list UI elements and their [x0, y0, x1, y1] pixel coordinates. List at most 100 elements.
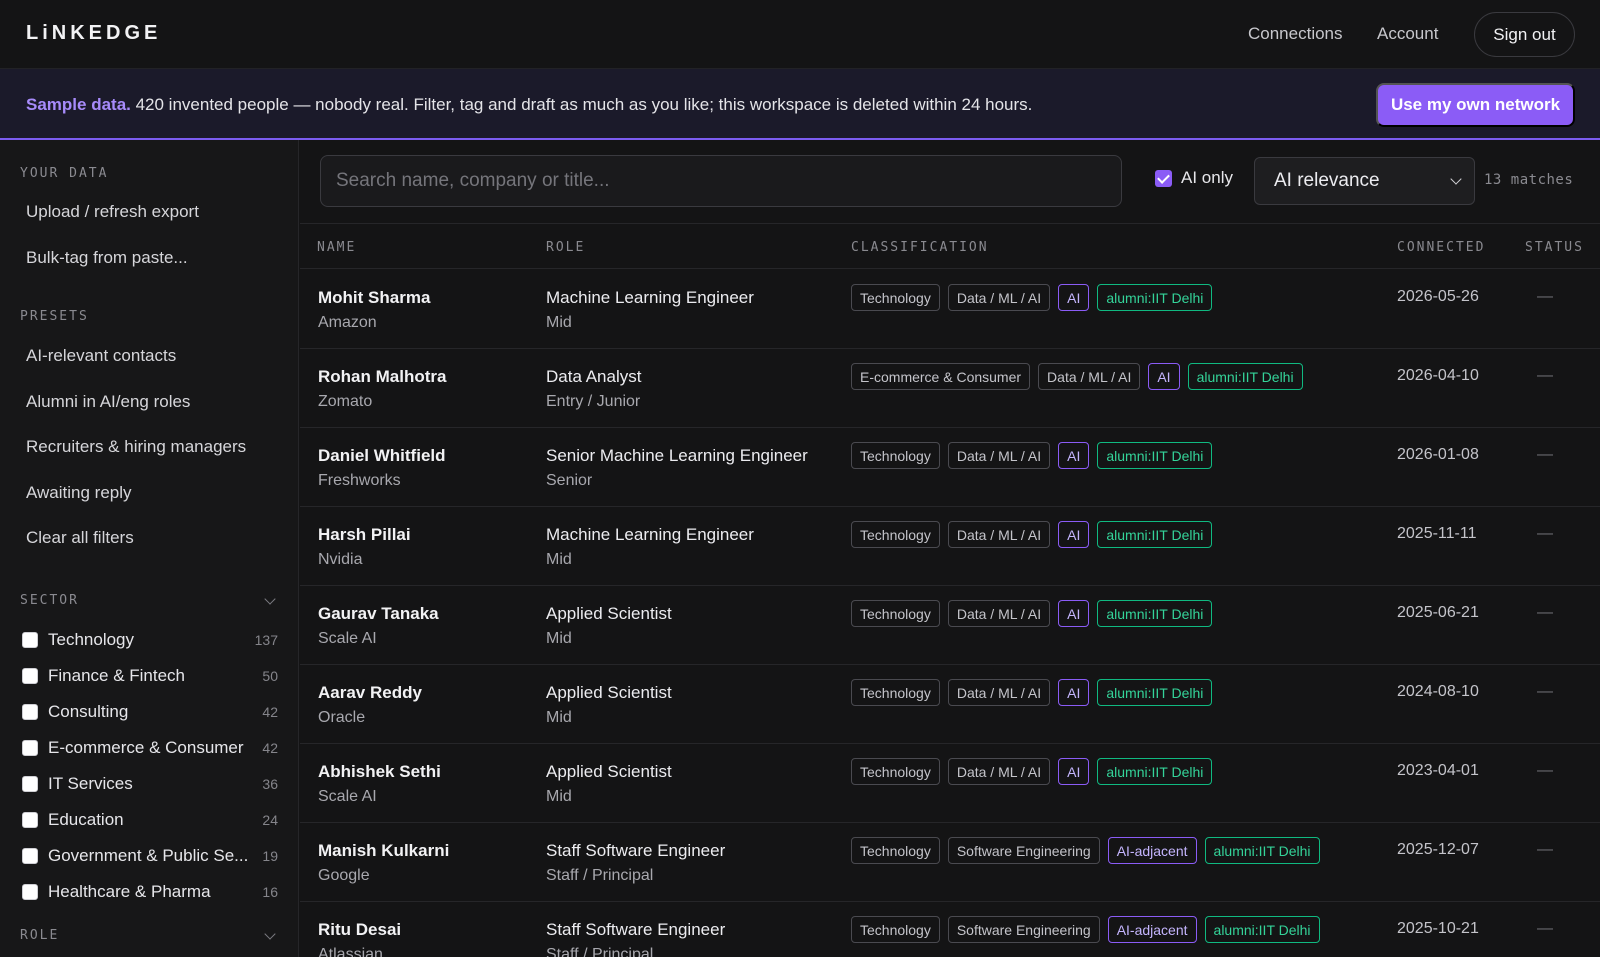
clear-filters-link[interactable]: Clear all filters	[26, 528, 134, 548]
app-logo[interactable]: LiNKEDGE	[26, 22, 161, 45]
sector-filter-healthcare[interactable]: Healthcare & Pharma 16	[22, 880, 278, 904]
tag-sector[interactable]: E-commerce & Consumer	[851, 363, 1031, 390]
contact-name[interactable]: Abhishek Sethi	[318, 762, 441, 782]
preset-recruiters[interactable]: Recruiters & hiring managers	[26, 437, 246, 457]
column-header-connected[interactable]: CONNECTED	[1397, 240, 1485, 255]
contact-name[interactable]: Gaurav Tanaka	[318, 604, 439, 624]
tag-function[interactable]: Data / ML / AI	[947, 758, 1051, 785]
tag-sector[interactable]: Technology	[851, 837, 940, 864]
contact-name[interactable]: Manish Kulkarni	[318, 841, 449, 861]
tag-function[interactable]: Data / ML / AI	[947, 600, 1051, 627]
tag-ai[interactable]: AI	[1058, 679, 1090, 706]
checkbox[interactable]	[22, 884, 38, 900]
checkbox[interactable]	[22, 848, 38, 864]
table-row[interactable]: Harsh Pillai Nvidia Machine Learning Engin…	[300, 507, 1600, 586]
tag-ai[interactable]: AI	[1058, 284, 1090, 311]
tag-sector[interactable]: Technology	[851, 758, 940, 785]
sort-value: AI relevance	[1274, 170, 1380, 191]
table-row[interactable]: Mohit Sharma Amazon Machine Learning Engin…	[300, 270, 1600, 349]
sector-filter-ecommerce[interactable]: E-commerce & Consumer 42	[22, 736, 278, 760]
sector-heading[interactable]: SECTOR	[20, 593, 79, 608]
tag-function[interactable]: Data / ML / AI	[1038, 363, 1141, 390]
contact-name[interactable]: Rohan Malhotra	[318, 367, 446, 387]
role-heading[interactable]: ROLE	[20, 928, 59, 943]
chevron-down-icon[interactable]	[264, 593, 276, 605]
contact-name[interactable]: Ritu Desai	[318, 920, 401, 940]
sector-filter-it-services[interactable]: IT Services 36	[22, 772, 278, 796]
checkbox[interactable]	[22, 812, 38, 828]
table-row[interactable]: Gaurav Tanaka Scale AI Applied Scientist Mi…	[300, 586, 1600, 665]
contact-name[interactable]: Aarav Reddy	[318, 683, 422, 703]
nav-connections-link[interactable]: Connections	[1248, 24, 1343, 44]
checkbox[interactable]	[22, 776, 38, 792]
contact-name[interactable]: Harsh Pillai	[318, 525, 411, 545]
tag-ai[interactable]: AI	[1058, 442, 1090, 469]
tag-alumni[interactable]: alumni:IIT Delhi	[1097, 758, 1213, 785]
sector-filter-education[interactable]: Education 24	[22, 808, 278, 832]
tag-function[interactable]: Data / ML / AI	[947, 521, 1051, 548]
tag-alumni[interactable]: alumni:IIT Delhi	[1097, 521, 1213, 548]
sign-out-button[interactable]: Sign out	[1474, 12, 1575, 57]
use-own-network-button[interactable]: Use my own network	[1376, 83, 1575, 127]
checkbox[interactable]	[22, 668, 38, 684]
tag-function[interactable]: Software Engineering	[947, 837, 1100, 864]
table-row[interactable]: Abhishek Sethi Scale AI Applied Scientist M…	[300, 744, 1600, 823]
column-header-status[interactable]: STATUS	[1525, 240, 1584, 255]
tag-alumni[interactable]: alumni:IIT Delhi	[1187, 363, 1303, 390]
tag-ai[interactable]: AI	[1058, 521, 1090, 548]
preset-ai-relevant[interactable]: AI-relevant contacts	[26, 346, 176, 366]
nav-account-link[interactable]: Account	[1377, 24, 1438, 44]
tag-alumni[interactable]: alumni:IIT Delhi	[1204, 916, 1320, 943]
top-bar: LiNKEDGE Connections Account Sign out	[0, 0, 1600, 69]
chevron-down-icon[interactable]	[264, 928, 276, 940]
upload-export-link[interactable]: Upload / refresh export	[26, 202, 199, 222]
tag-sector[interactable]: Technology	[851, 442, 940, 469]
tag-function[interactable]: Data / ML / AI	[947, 679, 1051, 706]
ai-only-checkbox[interactable]	[1155, 169, 1172, 187]
table-row[interactable]: Rohan Malhotra Zomato Data Analyst Entry / …	[300, 349, 1600, 428]
sector-filter-technology[interactable]: Technology 137	[22, 628, 278, 652]
tag-ai[interactable]: AI	[1058, 600, 1090, 627]
checkbox[interactable]	[22, 632, 38, 648]
tag-function[interactable]: Data / ML / AI	[947, 284, 1051, 311]
table-row[interactable]: Daniel Whitfield Freshworks Senior Machine…	[300, 428, 1600, 507]
column-header-classification[interactable]: CLASSIFICATION	[851, 240, 989, 255]
contact-seniority: Mid	[546, 709, 572, 726]
contact-title: Data Analyst	[546, 367, 642, 386]
checkbox[interactable]	[22, 704, 38, 720]
search-input[interactable]	[320, 155, 1122, 207]
bulk-tag-link[interactable]: Bulk-tag from paste...	[26, 248, 188, 268]
tag-sector[interactable]: Technology	[851, 284, 940, 311]
tag-sector[interactable]: Technology	[851, 521, 940, 548]
contact-name[interactable]: Mohit Sharma	[318, 288, 430, 308]
preset-awaiting-reply[interactable]: Awaiting reply	[26, 483, 132, 503]
preset-alumni-ai-eng[interactable]: Alumni in AI/eng roles	[26, 392, 190, 412]
column-header-name[interactable]: NAME	[317, 240, 356, 255]
tag-alumni[interactable]: alumni:IIT Delhi	[1097, 284, 1213, 311]
tag-alumni[interactable]: alumni:IIT Delhi	[1097, 442, 1213, 469]
contact-seniority: Staff / Principal	[546, 867, 654, 884]
tag-function[interactable]: Software Engineering	[947, 916, 1100, 943]
tag-alumni[interactable]: alumni:IIT Delhi	[1097, 679, 1213, 706]
sector-filter-finance[interactable]: Finance & Fintech 50	[22, 664, 278, 688]
sector-filter-government[interactable]: Government & Public Se... 19	[22, 844, 278, 868]
tag-ai[interactable]: AI	[1058, 758, 1090, 785]
table-row[interactable]: Ritu Desai Atlassian Staff Software Engine…	[300, 902, 1600, 957]
column-header-role[interactable]: ROLE	[546, 240, 585, 255]
sector-filter-consulting[interactable]: Consulting 42	[22, 700, 278, 724]
tag-alumni[interactable]: alumni:IIT Delhi	[1204, 837, 1320, 864]
table-row[interactable]: Manish Kulkarni Google Staff Software Engi…	[300, 823, 1600, 902]
table-row[interactable]: Aarav Reddy Oracle Applied Scientist Mid Tec…	[300, 665, 1600, 744]
tag-sector[interactable]: Technology	[851, 916, 940, 943]
tag-ai[interactable]: AI-adjacent	[1107, 837, 1197, 864]
tag-sector[interactable]: Technology	[851, 600, 940, 627]
tag-function[interactable]: Data / ML / AI	[947, 442, 1051, 469]
tag-alumni[interactable]: alumni:IIT Delhi	[1097, 600, 1213, 627]
ai-only-toggle[interactable]: AI only	[1155, 168, 1233, 188]
sort-select[interactable]: AI relevance	[1254, 157, 1475, 205]
contact-name[interactable]: Daniel Whitfield	[318, 446, 446, 466]
checkbox[interactable]	[22, 740, 38, 756]
tag-sector[interactable]: Technology	[851, 679, 940, 706]
tag-ai[interactable]: AI-adjacent	[1107, 916, 1197, 943]
tag-ai[interactable]: AI	[1148, 363, 1180, 390]
